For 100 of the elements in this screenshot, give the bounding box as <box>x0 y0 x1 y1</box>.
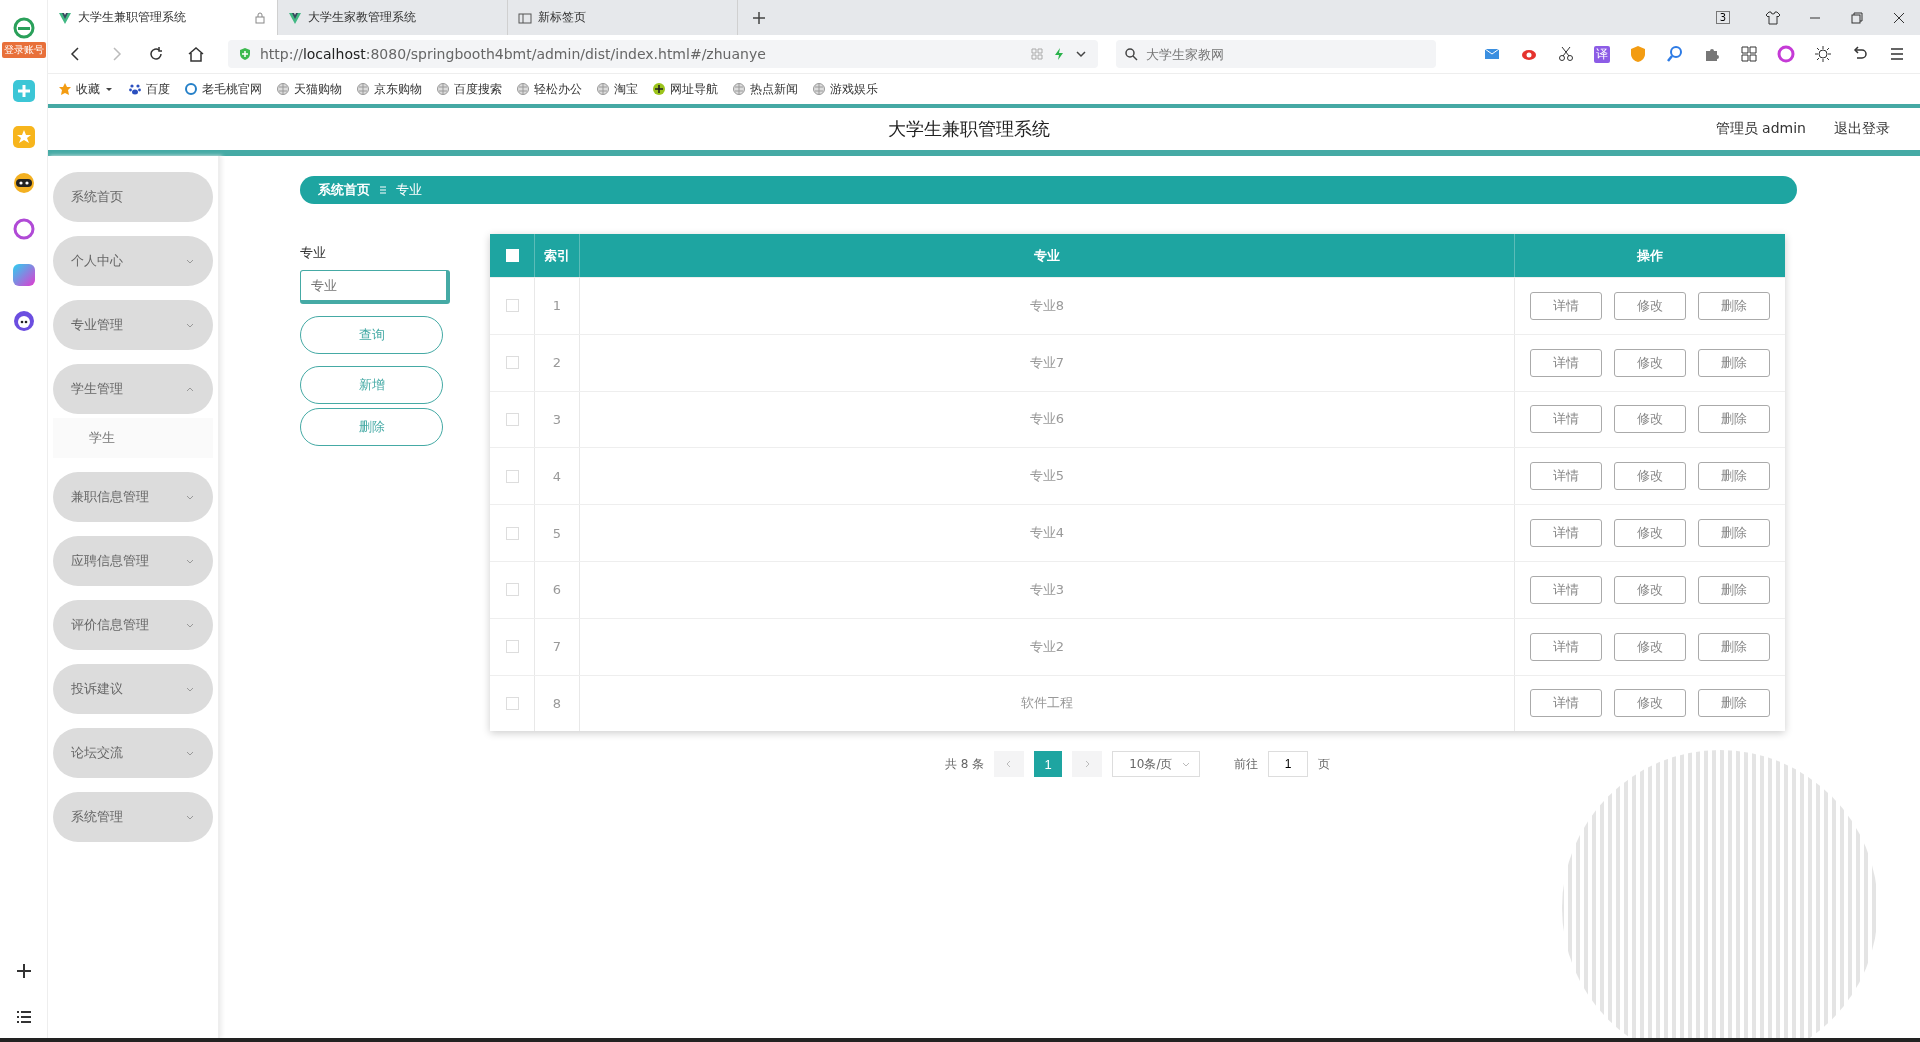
row-action-button[interactable]: 详情 <box>1530 462 1602 491</box>
row-action-button[interactable]: 删除 <box>1698 348 1770 377</box>
bookmark-link[interactable]: 天猫购物 <box>276 80 342 98</box>
row-action-button[interactable]: 修改 <box>1614 689 1686 718</box>
row-action-button[interactable]: 修改 <box>1614 405 1686 434</box>
row-action-button[interactable]: 修改 <box>1614 291 1686 320</box>
login-badge[interactable]: 登录账号 <box>1 42 46 58</box>
row-action-button[interactable]: 详情 <box>1530 348 1602 377</box>
bookmark-link[interactable]: 轻松办公 <box>516 80 582 98</box>
row-checkbox[interactable] <box>505 299 519 313</box>
row-checkbox[interactable] <box>505 583 519 597</box>
ring-icon <box>184 82 198 96</box>
menu-icon[interactable] <box>1888 45 1906 63</box>
bookmark-link[interactable]: 热点新闻 <box>732 80 798 98</box>
breadcrumb-item[interactable]: 系统首页 <box>318 181 370 199</box>
major-input-field[interactable]: 专业 <box>300 270 450 304</box>
page-size-select[interactable]: 10条/页 <box>1112 751 1201 778</box>
table-cell: 专业7 <box>1029 353 1065 372</box>
action-button[interactable]: 新增 <box>300 366 443 404</box>
menu-item[interactable]: 论坛交流 <box>53 728 213 778</box>
table-cell: 专业8 <box>1029 296 1065 315</box>
globe-icon <box>276 82 290 96</box>
goto-label: 前往 <box>1234 755 1259 773</box>
row-action-button[interactable]: 修改 <box>1614 348 1686 377</box>
home-icon[interactable] <box>187 45 205 63</box>
row-action-button[interactable]: 修改 <box>1614 632 1686 661</box>
lock-icon[interactable] <box>253 10 267 25</box>
bookmark-link[interactable]: 京东购物 <box>356 80 422 98</box>
row-action-button[interactable]: 删除 <box>1698 462 1770 491</box>
robot-icon[interactable] <box>11 171 36 195</box>
ghost-icon[interactable] <box>11 309 36 333</box>
row-action-button[interactable]: 删除 <box>1698 575 1770 604</box>
page-number-field[interactable]: 1 <box>1268 751 1309 778</box>
search-bar[interactable]: 大学生家教网 <box>1116 40 1436 68</box>
menu-item[interactable]: 兼职信息管理 <box>53 472 213 522</box>
row-action-button[interactable]: 删除 <box>1698 405 1770 434</box>
row-action-button[interactable]: 删除 <box>1698 519 1770 548</box>
table-cell: 3 <box>552 412 562 427</box>
row-action-button[interactable]: 删除 <box>1698 291 1770 320</box>
row-action-button[interactable]: 修改 <box>1614 519 1686 548</box>
column-header: 索引 <box>544 246 570 265</box>
bookmark-link[interactable]: 百度搜索 <box>436 80 502 98</box>
menu-item[interactable]: 评价信息管理 <box>53 600 213 650</box>
shirt-icon[interactable] <box>1764 8 1782 27</box>
menu-item[interactable]: 专业管理 <box>53 300 213 350</box>
menu-item[interactable]: 投诉建议 <box>53 664 213 714</box>
menu-item[interactable]: 应聘信息管理 <box>53 536 213 586</box>
lightning-icon[interactable] <box>1052 47 1066 61</box>
row-action-button[interactable]: 详情 <box>1530 405 1602 434</box>
list-icon[interactable] <box>14 1008 33 1026</box>
browser-tab[interactable]: 大学生兼职管理系统 <box>48 0 278 35</box>
tab-count[interactable]: 3 <box>1715 11 1730 24</box>
address-field[interactable]: http://localhost:8080/springbooth4bmt/admin/dist/index.html#/zhuanye <box>228 40 1098 68</box>
logout-link[interactable]: 退出登录 <box>1834 120 1890 138</box>
sun-icon[interactable] <box>1814 45 1832 63</box>
row-checkbox[interactable] <box>505 469 519 483</box>
menu-item[interactable]: 系统首页 <box>53 172 213 222</box>
reload-icon[interactable] <box>147 45 165 63</box>
row-action-button[interactable]: 详情 <box>1530 291 1602 320</box>
bookmark-link[interactable]: 游戏娱乐 <box>812 80 878 98</box>
globe-icon <box>596 82 610 96</box>
bookmark-link[interactable]: 老毛桃官网 <box>184 80 262 98</box>
shield-icon[interactable] <box>1629 45 1647 63</box>
tab-title: 大学生兼职管理系统 <box>78 9 187 26</box>
row-action-button[interactable]: 详情 <box>1530 632 1602 661</box>
action-button[interactable]: 查询 <box>300 316 443 354</box>
page-button[interactable]: 1 <box>1034 751 1063 778</box>
ring-icon[interactable] <box>1777 45 1795 63</box>
row-action-button[interactable]: 修改 <box>1614 462 1686 491</box>
bookmark-link[interactable]: 百度 <box>128 80 170 98</box>
add-icon[interactable] <box>14 962 33 980</box>
scissors-icon[interactable] <box>1557 45 1575 63</box>
action-button[interactable]: 删除 <box>300 408 443 446</box>
select-all-checkbox[interactable] <box>505 249 519 262</box>
browser-search-field[interactable]: 大学生家教网 <box>1144 39 1428 69</box>
row-checkbox[interactable] <box>505 413 519 426</box>
row-action-button[interactable]: 详情 <box>1530 519 1602 548</box>
menu-item[interactable]: 个人中心 <box>53 236 213 286</box>
bookmark-link[interactable]: 收藏 <box>58 80 114 98</box>
row-checkbox[interactable] <box>505 640 519 654</box>
row-action-button[interactable]: 删除 <box>1698 632 1770 661</box>
gradient-square-icon[interactable] <box>11 263 36 287</box>
row-checkbox[interactable] <box>505 696 519 710</box>
ring-icon[interactable] <box>11 217 36 241</box>
row-action-button[interactable]: 详情 <box>1530 575 1602 604</box>
table-cell: 8 <box>552 695 562 711</box>
row-checkbox[interactable] <box>505 356 519 370</box>
row-action-button[interactable]: 修改 <box>1614 575 1686 604</box>
translate-button[interactable]: 译 <box>1594 45 1610 63</box>
grid-icon[interactable] <box>1740 45 1758 63</box>
row-checkbox[interactable] <box>505 526 519 540</box>
separator-icon <box>378 185 388 195</box>
menu-item[interactable]: 学生管理 <box>53 364 213 414</box>
bookmark-link[interactable]: 淘宝 <box>596 80 638 98</box>
search-icon[interactable] <box>1666 45 1684 63</box>
row-action-button[interactable]: 删除 <box>1698 689 1770 718</box>
bookmark-link[interactable]: 网址导航 <box>652 80 718 98</box>
submenu-item[interactable]: 学生 <box>53 418 213 458</box>
row-action-button[interactable]: 详情 <box>1530 689 1602 718</box>
menu-item[interactable]: 系统管理 <box>53 792 213 842</box>
